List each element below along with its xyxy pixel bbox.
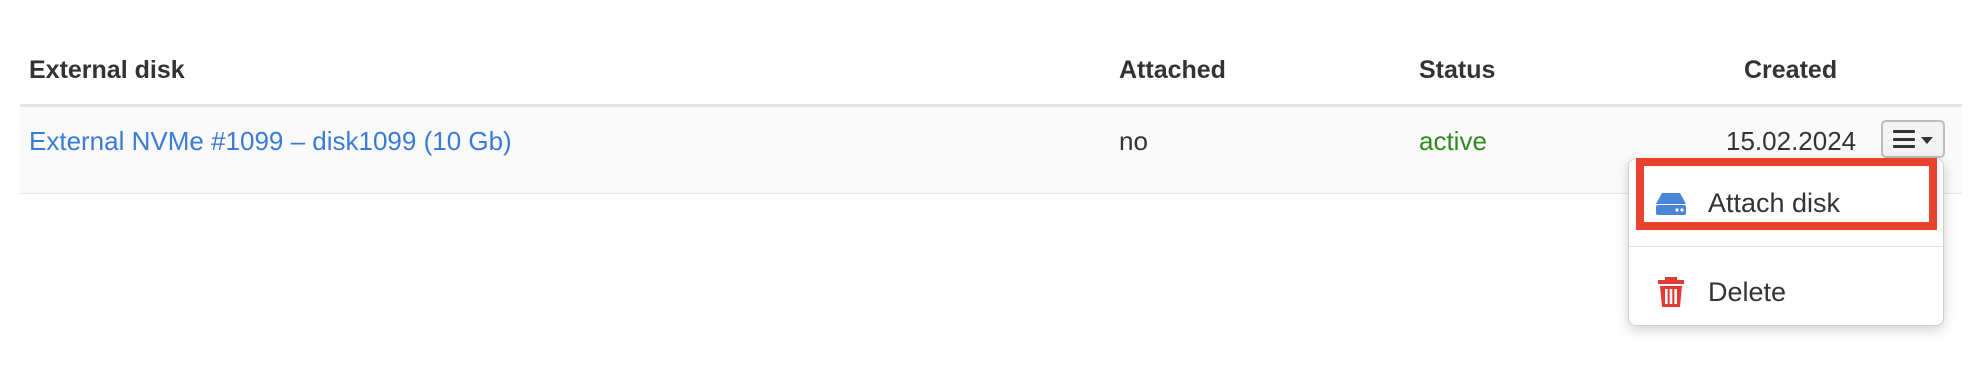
hamburger-menu-icon bbox=[1893, 130, 1915, 148]
column-header-status[interactable]: Status bbox=[1419, 56, 1495, 85]
table-header: External disk Attached Status Created bbox=[20, 0, 1962, 107]
disk-drive-icon bbox=[1656, 193, 1686, 215]
caret-down-icon bbox=[1921, 136, 1933, 144]
status-value: active bbox=[1419, 126, 1487, 156]
disk-name-link[interactable]: External NVMe #1099 – disk1099 (10 Gb) bbox=[29, 126, 512, 157]
delete-menu-item[interactable]: Delete bbox=[1629, 260, 1943, 324]
trash-icon bbox=[1658, 277, 1684, 307]
menu-divider bbox=[1629, 246, 1943, 247]
row-actions-menu-button[interactable] bbox=[1881, 120, 1945, 158]
delete-label: Delete bbox=[1708, 276, 1787, 307]
column-header-attached[interactable]: Attached bbox=[1119, 56, 1226, 85]
created-date: 15.02.2024 bbox=[1726, 126, 1857, 156]
attach-disk-menu-item[interactable]: Attach disk bbox=[1629, 171, 1943, 235]
column-header-external-disk[interactable]: External disk bbox=[29, 56, 185, 85]
attach-disk-label: Attach disk bbox=[1708, 187, 1841, 218]
attached-value: no bbox=[1119, 126, 1148, 156]
row-actions-dropdown: Attach disk Delete bbox=[1628, 158, 1944, 326]
column-header-created[interactable]: Created bbox=[1744, 56, 1837, 85]
